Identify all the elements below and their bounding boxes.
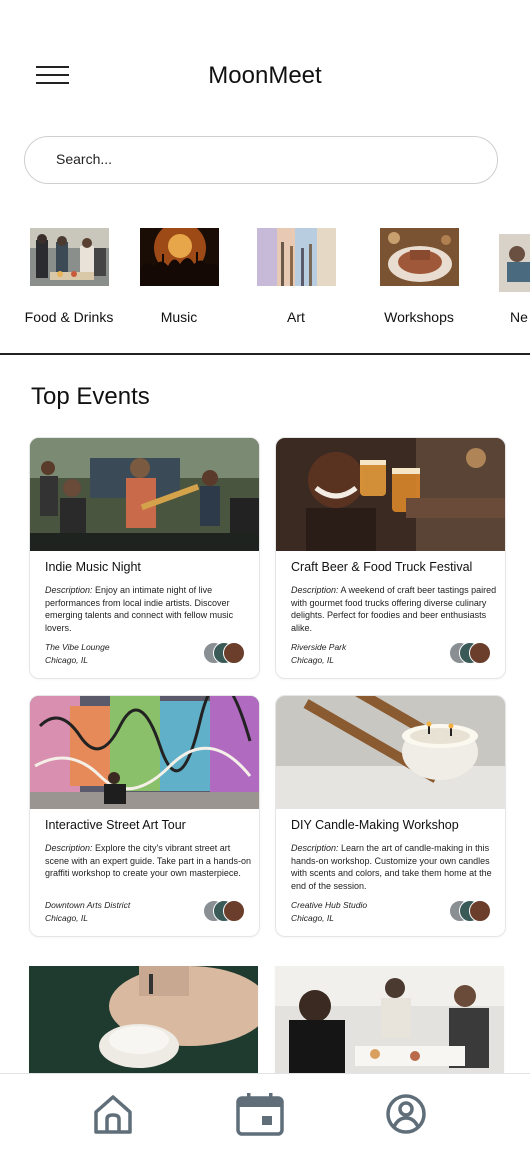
event-photo — [275, 966, 504, 1076]
home-icon — [94, 1095, 132, 1134]
event-photo — [29, 966, 258, 1076]
attendee-avatars[interactable] — [449, 900, 493, 922]
category-food-drinks[interactable]: Food & Drinks — [19, 228, 119, 325]
food-drinks-image — [29, 228, 109, 286]
event-card-partial[interactable] — [29, 966, 258, 1076]
event-description: Description: Enjoy an intimate night of … — [45, 584, 251, 634]
event-city: Chicago, IL — [45, 654, 88, 665]
search-input[interactable] — [56, 151, 456, 167]
header: MoonMeet — [0, 0, 530, 120]
bottom-tab-bar — [0, 1073, 530, 1151]
description-label: Description: — [45, 843, 93, 853]
avatar — [223, 900, 245, 922]
tab-profile[interactable] — [384, 1092, 428, 1136]
event-description: Description: Explore the city's vibrant … — [45, 842, 251, 880]
tab-events[interactable] — [236, 1092, 284, 1136]
section-divider — [0, 353, 530, 355]
event-card[interactable]: Indie Music Night Description: Enjoy an … — [29, 437, 260, 679]
app-title: MoonMeet — [208, 62, 322, 89]
category-partial-image — [499, 234, 530, 292]
event-venue: The Vibe Lounge — [45, 642, 110, 652]
attendee-avatars[interactable] — [449, 642, 493, 664]
calendar-icon — [236, 1093, 284, 1136]
search-bar[interactable] — [24, 136, 498, 184]
event-photo — [30, 438, 259, 551]
attendee-avatars[interactable] — [203, 900, 247, 922]
attendee-avatars[interactable] — [203, 642, 247, 664]
category-label: Art — [287, 309, 305, 325]
art-image — [256, 228, 336, 286]
event-card[interactable]: DIY Candle-Making Workshop Description: … — [275, 695, 506, 937]
event-title: Interactive Street Art Tour — [45, 818, 186, 832]
event-venue: Creative Hub Studio — [291, 900, 368, 910]
event-location: Downtown Arts District Chicago, IL — [45, 899, 130, 924]
category-workshops[interactable]: Workshops — [369, 228, 469, 325]
event-venue: Downtown Arts District — [45, 900, 131, 910]
category-music[interactable]: Music — [129, 228, 229, 325]
event-location: The Vibe Lounge Chicago, IL — [45, 641, 110, 666]
event-photo — [276, 696, 505, 809]
event-city: Chicago, IL — [291, 912, 334, 923]
workshops-image — [379, 228, 459, 286]
event-description: Description: Learn the art of candle-mak… — [291, 842, 497, 892]
tab-home[interactable] — [91, 1092, 135, 1136]
event-title: Indie Music Night — [45, 560, 141, 574]
event-photo — [30, 696, 259, 809]
profile-icon — [386, 1094, 426, 1134]
category-art[interactable]: Art — [246, 228, 346, 325]
event-card[interactable]: Craft Beer & Food Truck Festival Descrip… — [275, 437, 506, 679]
category-partial[interactable]: Ne — [490, 228, 530, 325]
category-label: Ne — [510, 309, 528, 325]
category-carousel[interactable]: Food & Drinks Music Art Workshops Ne — [0, 228, 530, 338]
event-description: Description: A weekend of craft beer tas… — [291, 584, 497, 634]
event-location: Riverside Park Chicago, IL — [291, 641, 346, 666]
avatar — [223, 642, 245, 664]
description-label: Description: — [291, 585, 339, 595]
avatar — [469, 642, 491, 664]
section-title: Top Events — [31, 383, 150, 410]
event-card[interactable]: Interactive Street Art Tour Description:… — [29, 695, 260, 937]
event-photo — [276, 438, 505, 551]
event-card-partial[interactable] — [275, 966, 504, 1076]
event-title: DIY Candle-Making Workshop — [291, 818, 459, 832]
event-city: Chicago, IL — [291, 654, 334, 665]
avatar — [469, 900, 491, 922]
event-city: Chicago, IL — [45, 912, 88, 923]
category-label: Food & Drinks — [24, 309, 114, 325]
event-venue: Riverside Park — [291, 642, 347, 652]
event-location: Creative Hub Studio Chicago, IL — [291, 899, 367, 924]
description-label: Description: — [291, 843, 339, 853]
event-title: Craft Beer & Food Truck Festival — [291, 560, 473, 574]
category-label: Workshops — [384, 309, 454, 325]
category-label: Music — [160, 309, 198, 325]
music-image — [139, 228, 219, 286]
description-label: Description: — [45, 585, 93, 595]
